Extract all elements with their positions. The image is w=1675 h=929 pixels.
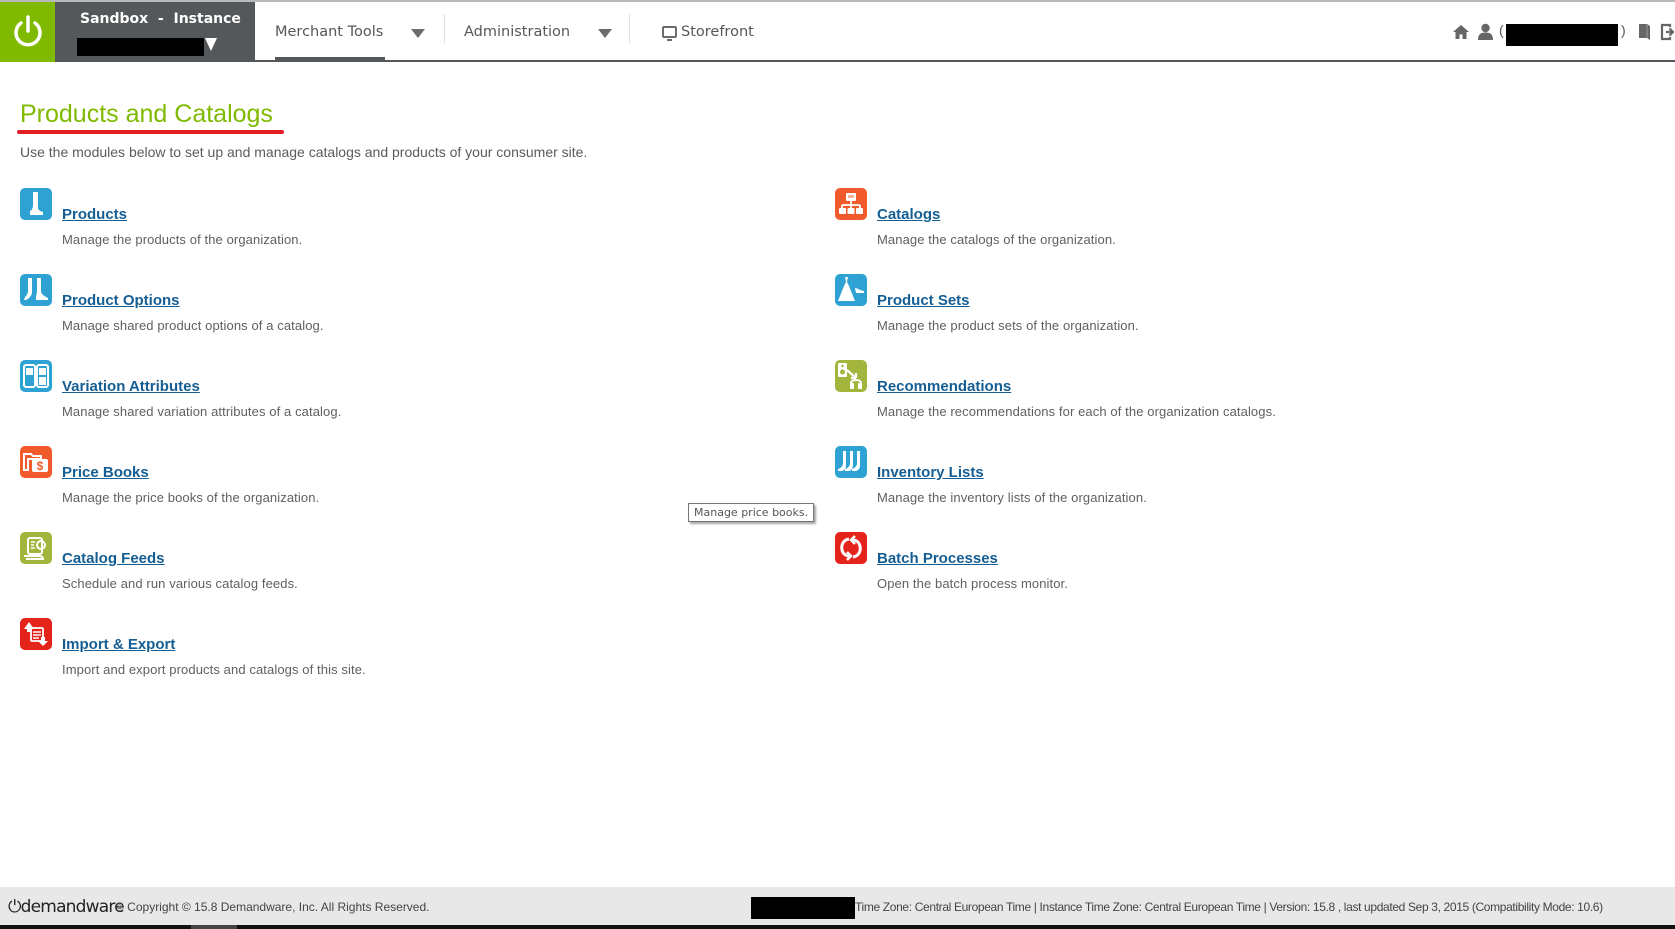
module-variation-attributes-description: Manage shared variation attributes of a … xyxy=(62,404,342,419)
instance-name-redacted xyxy=(77,38,204,56)
user-paren-close: ) xyxy=(1621,22,1626,38)
dress-shoe-icon[interactable] xyxy=(835,274,867,306)
caret-down-icon[interactable] xyxy=(411,28,426,38)
footer: ⏻demandware © Copyright © 15.8 Demandwar… xyxy=(0,887,1675,925)
nav-active-indicator xyxy=(275,57,385,62)
page-description: Use the modules below to set up and mana… xyxy=(20,144,588,160)
boot-icon[interactable] xyxy=(20,188,52,220)
username-redacted[interactable] xyxy=(1506,24,1618,46)
nav-administration-label: Administration xyxy=(464,24,571,40)
refresh-icon[interactable] xyxy=(835,532,867,564)
title-underline xyxy=(17,130,284,134)
module-catalogs-description: Manage the catalogs of the organization. xyxy=(877,232,1116,247)
import-export-icon[interactable] xyxy=(20,618,52,650)
module-product-options-description: Manage shared product options of a catal… xyxy=(62,318,324,333)
bottom-strip-tab xyxy=(191,925,237,929)
module-product-options-link[interactable]: Product Options xyxy=(62,292,180,309)
power-icon xyxy=(13,15,42,47)
header-user-area: ( ) xyxy=(1415,2,1675,62)
module-catalog-feeds: Catalog Feeds Schedule and run various c… xyxy=(20,532,720,612)
module-product-sets-link[interactable]: Product Sets xyxy=(877,292,970,309)
module-import-export: Import & Export Import and export produc… xyxy=(20,618,720,698)
footer-redacted xyxy=(751,897,855,919)
sitemap-icon[interactable] xyxy=(835,188,867,220)
module-variation-attributes: Variation Attributes Manage shared varia… xyxy=(20,360,720,440)
nav-merchant-tools-label: Merchant Tools xyxy=(275,24,384,40)
monitor-icon xyxy=(662,26,677,41)
nav-storefront-label: Storefront xyxy=(681,24,754,40)
nav-divider xyxy=(629,14,630,44)
inventory-boots-icon[interactable] xyxy=(835,446,867,478)
module-price-books-link[interactable]: Price Books xyxy=(62,464,149,481)
module-price-books: $ Price Books Manage the price books of … xyxy=(20,446,720,526)
boots-pair-icon[interactable] xyxy=(20,274,52,306)
power-icon: ⏻ xyxy=(8,897,21,917)
module-catalogs: Catalogs Manage the catalogs of the orga… xyxy=(835,188,1535,268)
module-products: Products Manage the products of the orga… xyxy=(20,188,720,268)
footer-copyright: © Copyright © 15.8 Demandware, Inc. All … xyxy=(115,900,430,914)
module-catalog-feeds-description: Schedule and run various catalog feeds. xyxy=(62,576,298,591)
module-recommendations-description: Manage the recommendations for each of t… xyxy=(877,404,1276,419)
page-title: Products and Catalogs xyxy=(20,100,273,128)
caret-down-icon[interactable] xyxy=(205,38,217,51)
nav-administration[interactable]: Administration xyxy=(464,2,613,62)
logout-icon[interactable] xyxy=(1660,23,1675,41)
module-products-link[interactable]: Products xyxy=(62,206,127,223)
module-inventory-lists-link[interactable]: Inventory Lists xyxy=(877,464,984,481)
module-batch-processes-link[interactable]: Batch Processes xyxy=(877,550,998,567)
footer-logo: ⏻demandware xyxy=(8,897,125,917)
module-import-export-description: Import and export products and catalogs … xyxy=(62,662,366,677)
nav-merchant-tools[interactable]: Merchant Tools xyxy=(275,2,426,62)
module-variation-attributes-link[interactable]: Variation Attributes xyxy=(62,378,200,395)
module-inventory-lists-description: Manage the inventory lists of the organi… xyxy=(877,490,1147,505)
module-price-books-description: Manage the price books of the organizati… xyxy=(62,490,320,505)
feed-icon[interactable] xyxy=(20,532,52,564)
instance-title: Sandbox - Instance xyxy=(80,11,241,27)
module-catalogs-link[interactable]: Catalogs xyxy=(877,206,940,223)
module-product-sets: Product Sets Manage the product sets of … xyxy=(835,274,1535,354)
module-recommendations: Recommendations Manage the recommendatio… xyxy=(835,360,1535,440)
module-recommendations-link[interactable]: Recommendations xyxy=(877,378,1011,395)
variation-grid-icon[interactable] xyxy=(20,360,52,392)
nav-divider xyxy=(444,14,445,44)
module-import-export-link[interactable]: Import & Export xyxy=(62,636,175,653)
module-products-description: Manage the products of the organization. xyxy=(62,232,303,247)
help-book-icon[interactable] xyxy=(1637,23,1652,41)
footer-instance-info: Time Zone: Central European Time | Insta… xyxy=(855,900,1603,914)
home-power-button[interactable] xyxy=(0,2,55,62)
recommendation-icon[interactable] xyxy=(835,360,867,392)
svg-text:$: $ xyxy=(37,459,44,473)
bottom-strip xyxy=(0,925,1675,929)
module-catalog-feeds-link[interactable]: Catalog Feeds xyxy=(62,550,165,567)
user-paren-open: ( xyxy=(1499,22,1504,38)
module-inventory-lists: Inventory Lists Manage the inventory lis… xyxy=(835,446,1535,526)
user-icon[interactable] xyxy=(1477,23,1494,41)
module-product-options: Product Options Manage shared product op… xyxy=(20,274,720,354)
price-folder-icon[interactable]: $ xyxy=(20,446,52,478)
module-product-sets-description: Manage the product sets of the organizat… xyxy=(877,318,1139,333)
home-icon[interactable] xyxy=(1452,24,1470,40)
instance-selector[interactable]: Sandbox - Instance xyxy=(55,2,255,62)
caret-down-icon[interactable] xyxy=(598,28,613,38)
module-batch-processes-description: Open the batch process monitor. xyxy=(877,576,1068,591)
app-header: Sandbox - Instance Merchant Tools Admini… xyxy=(0,2,1675,62)
footer-logo-text: demandware xyxy=(20,897,125,917)
tooltip: Manage price books. xyxy=(688,503,815,522)
nav-storefront[interactable]: Storefront xyxy=(662,2,754,62)
module-batch-processes: Batch Processes Open the batch process m… xyxy=(835,532,1535,612)
